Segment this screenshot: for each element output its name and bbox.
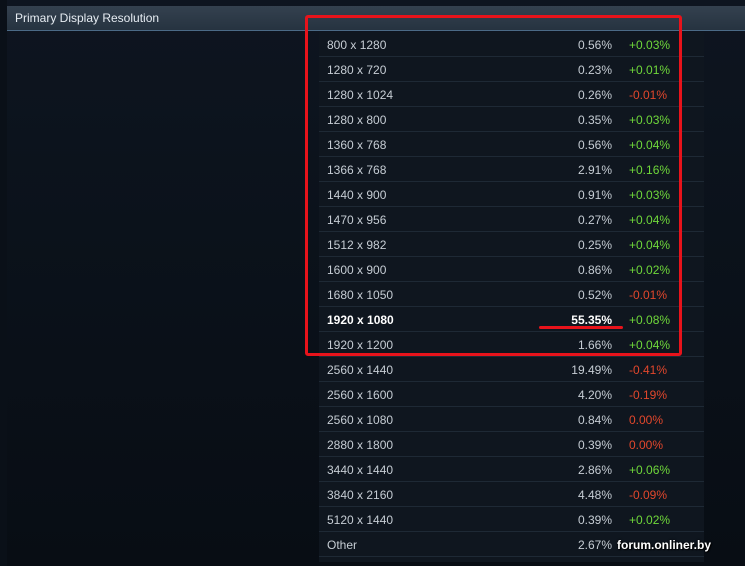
table-row: 1680 x 1050 0.52% -0.01% <box>319 282 704 307</box>
share-percent: 0.39% <box>577 513 612 527</box>
share-percent: 0.56% <box>577 138 612 152</box>
resolution-label: 1360 x 768 <box>327 138 387 152</box>
share-percent: 55.35% <box>571 313 612 327</box>
table-row: 1280 x 720 0.23% +0.01% <box>319 57 704 82</box>
table-row: 1920 x 1200 1.66% +0.04% <box>319 332 704 357</box>
resolution-label: Other <box>327 538 358 552</box>
table-row: 2560 x 1600 4.20% -0.19% <box>319 382 704 407</box>
share-percent: 0.86% <box>577 263 612 277</box>
table-row: 1280 x 1024 0.26% -0.01% <box>319 82 704 107</box>
share-percent: 0.39% <box>577 438 612 452</box>
change-percent: -0.01% <box>629 288 668 302</box>
table-row: 1920 x 1080 55.35% +0.08% <box>319 307 704 332</box>
share-percent: 4.48% <box>577 488 612 502</box>
table-row: 1512 x 982 0.25% +0.04% <box>319 232 704 257</box>
resolution-label: 1280 x 1024 <box>327 88 394 102</box>
change-percent: +0.03% <box>629 113 671 127</box>
resolution-label: 800 x 1280 <box>327 38 387 52</box>
table-row: 1280 x 800 0.35% +0.03% <box>319 107 704 132</box>
resolution-label: 1366 x 768 <box>327 163 387 177</box>
resolution-label: 1920 x 1200 <box>327 338 394 352</box>
share-percent: 2.86% <box>577 463 612 477</box>
share-percent: 0.25% <box>577 238 612 252</box>
change-percent: +0.01% <box>629 63 671 77</box>
resolution-label: 5120 x 1440 <box>327 513 394 527</box>
resolution-label: 1920 x 1080 <box>327 313 394 327</box>
section-title: Primary Display Resolution <box>15 11 160 25</box>
steam-survey-page: Primary Display Resolution 800 x 1280 0.5… <box>0 0 745 566</box>
resolution-label: 1440 x 900 <box>327 188 387 202</box>
table-row: 1600 x 900 0.86% +0.02% <box>319 257 704 282</box>
change-percent: +0.04% <box>629 213 671 227</box>
change-percent: +0.04% <box>629 138 671 152</box>
resolution-label: 2560 x 1600 <box>327 388 394 402</box>
resolution-label: 1600 x 900 <box>327 263 387 277</box>
change-percent: -0.09% <box>629 488 668 502</box>
change-percent: +0.04% <box>629 238 671 252</box>
change-percent: +0.06% <box>629 463 671 477</box>
left-rail <box>0 0 7 566</box>
table-row: 1440 x 900 0.91% +0.03% <box>319 182 704 207</box>
share-percent: 4.20% <box>577 388 612 402</box>
resolution-label: 1512 x 982 <box>327 238 387 252</box>
table-row: 2560 x 1440 19.49% -0.41% <box>319 357 704 382</box>
share-percent: 0.27% <box>577 213 612 227</box>
annotation-underline <box>539 326 623 329</box>
watermark-text: forum.onliner.by <box>617 538 712 552</box>
table-row: 2880 x 1800 0.39% 0.00% <box>319 432 704 457</box>
share-percent: 1.66% <box>577 338 612 352</box>
share-percent: 0.26% <box>577 88 612 102</box>
share-percent: 0.35% <box>577 113 612 127</box>
resolution-label: 2560 x 1440 <box>327 363 394 377</box>
resolution-label: 2880 x 1800 <box>327 438 394 452</box>
share-percent: 0.23% <box>577 63 612 77</box>
resolution-label: 3840 x 2160 <box>327 488 394 502</box>
table-row: 1366 x 768 2.91% +0.16% <box>319 157 704 182</box>
table-row: 1470 x 956 0.27% +0.04% <box>319 207 704 232</box>
change-percent: -0.19% <box>629 388 668 402</box>
change-percent: -0.01% <box>629 88 668 102</box>
share-percent: 0.91% <box>577 188 612 202</box>
change-percent: +0.03% <box>629 188 671 202</box>
share-percent: 0.56% <box>577 38 612 52</box>
share-percent: 0.52% <box>577 288 612 302</box>
change-percent: -0.41% <box>629 363 668 377</box>
table-row: 3840 x 2160 4.48% -0.09% <box>319 482 704 507</box>
share-percent: 19.49% <box>571 363 612 377</box>
change-percent: +0.04% <box>629 338 671 352</box>
resolution-label: 1470 x 956 <box>327 213 387 227</box>
resolution-label: 2560 x 1080 <box>327 413 394 427</box>
change-percent: +0.16% <box>629 163 671 177</box>
resolution-label: 3440 x 1440 <box>327 463 394 477</box>
table-row: 3440 x 1440 2.86% +0.06% <box>319 457 704 482</box>
change-percent: +0.03% <box>629 38 671 52</box>
share-percent: 2.67% <box>577 538 612 552</box>
resolution-label: 1280 x 800 <box>327 113 387 127</box>
table-row: 5120 x 1440 0.39% +0.02% <box>319 507 704 532</box>
change-percent: 0.00% <box>629 413 664 427</box>
table-row: 800 x 1280 0.56% +0.03% <box>319 32 704 57</box>
share-percent: 0.84% <box>577 413 612 427</box>
resolution-label: 1680 x 1050 <box>327 288 394 302</box>
resolution-label: 1280 x 720 <box>327 63 387 77</box>
change-percent: +0.02% <box>629 513 671 527</box>
table-row: 1360 x 768 0.56% +0.04% <box>319 132 704 157</box>
table-row: 2560 x 1080 0.84% 0.00% <box>319 407 704 432</box>
change-percent: 0.00% <box>629 438 664 452</box>
change-percent: +0.02% <box>629 263 671 277</box>
change-percent: +0.08% <box>629 313 671 327</box>
section-header[interactable]: Primary Display Resolution <box>7 6 745 31</box>
share-percent: 2.91% <box>577 163 612 177</box>
